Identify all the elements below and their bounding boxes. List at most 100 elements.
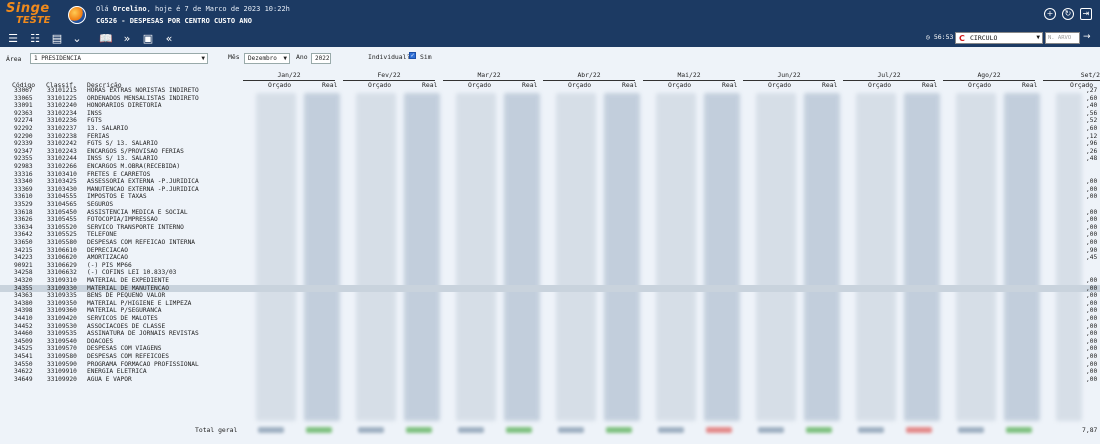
- row-classif: 33109920: [47, 375, 77, 383]
- go-arrow-icon[interactable]: →: [1083, 32, 1091, 43]
- table-row[interactable]: 33634 33105520 SERVICO TRANSPORTE INTERNO,…: [0, 224, 1100, 232]
- total-value: [706, 427, 732, 433]
- table-row[interactable]: 33642 33105525 TELEFONE ,00: [0, 231, 1100, 239]
- ano-input[interactable]: 2022: [311, 53, 331, 64]
- table-row[interactable]: 34215 33106610 DEPRECIACAO ,90: [0, 247, 1100, 255]
- table-row[interactable]: 33065 33101225 ORDENADOS MENSALISTAS INDIR…: [0, 95, 1100, 103]
- row-descricao: ENCARGOS S/PROVISAO FERIAS: [87, 147, 184, 155]
- list-icon[interactable]: ☰: [6, 32, 20, 45]
- mes-select[interactable]: Dezembro ▼: [244, 53, 290, 64]
- table-row[interactable]: 34460 33109535 ASSINATURA DE JORNAIS REVIS…: [0, 330, 1100, 338]
- table-row[interactable]: 92983 33102266 ENCARGOS M.OBRA(RECEBIDA): [0, 163, 1100, 171]
- table-row[interactable]: 33067 33101215 HORAS EXTRAS NORISTAS INDIR…: [0, 87, 1100, 95]
- checklist-icon[interactable]: ☷: [28, 32, 42, 45]
- row-descricao: ASSOCIACOES DE CLASSE: [87, 322, 166, 330]
- row-descricao: MATERIAL DE EXPEDIENTE: [87, 277, 169, 284]
- area-select[interactable]: 1 PRESIDENCIA ▼: [30, 53, 208, 64]
- expand-down-icon[interactable]: ⌄: [70, 32, 84, 45]
- individual-checkbox[interactable]: ✓: [409, 52, 416, 59]
- table-row[interactable]: 34509 33109540 DOACOES ,00: [0, 338, 1100, 346]
- table-row[interactable]: 34649 33109920 AGUA E VAPOR ,00: [0, 376, 1100, 384]
- row-descricao: SERVICOS DE MALOTES: [87, 315, 158, 322]
- row-code: 33067: [14, 87, 33, 94]
- row-code: 92363: [14, 109, 33, 117]
- row-classif: 33102237: [47, 125, 77, 132]
- next-icon[interactable]: »: [120, 32, 134, 45]
- table-row[interactable]: 92290 33102238 FERIAS ,12: [0, 133, 1100, 141]
- table-row[interactable]: 92347 33102243 ENCARGOS S/PROVISAO FERIAS,…: [0, 148, 1100, 156]
- table-row[interactable]: 33626 33105455 FOTOCOPIA/IMPRESSAO ,00: [0, 216, 1100, 224]
- table-row[interactable]: 34223 33106620 AMORTIZACAO ,45: [0, 254, 1100, 262]
- row-code: 33369: [14, 185, 33, 193]
- individual-label: Individual?: [368, 53, 411, 61]
- sim-label: Sim: [420, 53, 432, 61]
- book-icon[interactable]: 📖: [98, 32, 114, 45]
- table-row[interactable]: 34622 33109910 ENERGIA ELETRICA ,00: [0, 368, 1100, 376]
- table-row[interactable]: 33610 33104555 IMPOSTOS E TAXAS ,00: [0, 193, 1100, 201]
- table-row[interactable]: 34363 33109335 BENS DE PEQUENO VALOR ,00: [0, 292, 1100, 300]
- row-classif: 33109335: [47, 292, 77, 300]
- row-code: 34258: [14, 269, 33, 277]
- table-row[interactable]: 34380 33109350 MATERIAL P/HIGIENE E LIMPEZ…: [0, 300, 1100, 308]
- table-row[interactable]: 92355 33102244 INSS S/ 13. SALARIO ,48: [0, 155, 1100, 163]
- row-descricao: AMORTIZACAO: [87, 254, 128, 262]
- table-row[interactable]: 34258 33106632 (-) COFINS LEI 10.833/03: [0, 269, 1100, 277]
- row-tail-value: ,00: [1086, 216, 1098, 224]
- table-row[interactable]: 92339 33102242 FGTS S/ 13. SALARIO ,96: [0, 140, 1100, 148]
- search-input[interactable]: N. ARVO: [1045, 32, 1080, 44]
- row-tail-value: ,26: [1086, 147, 1098, 155]
- row-classif: 33104565: [47, 201, 77, 208]
- table-row[interactable]: 92274 33102236 FGTS ,52: [0, 117, 1100, 125]
- row-code: 33634: [14, 223, 33, 231]
- greeting: Olá Orcelino, hoje é 7 de Marco de 2023 …: [96, 5, 290, 13]
- mes-value: Dezembro: [248, 55, 277, 62]
- table-row[interactable]: 34541 33109580 DESPESAS COM REFEICOES ,00: [0, 353, 1100, 361]
- table-row[interactable]: 33618 33105450 ASSISTENCIA MEDICA E SOCIAL…: [0, 209, 1100, 217]
- logo-line1: Singe: [6, 1, 50, 16]
- row-classif: 33102234: [47, 109, 77, 117]
- row-code: 33618: [14, 208, 33, 216]
- table-row[interactable]: 33650 33105580 DESPESAS COM REFEICAO INTER…: [0, 239, 1100, 247]
- table-row[interactable]: 34410 33109420 SERVICOS DE MALOTES ,00: [0, 315, 1100, 323]
- row-descricao: 13. SALARIO: [87, 125, 128, 132]
- month-header: Abr/22: [543, 71, 635, 81]
- table-row[interactable]: 34525 33109570 DESPESAS COM VIAGENS ,00: [0, 345, 1100, 353]
- table-row[interactable]: 34398 33109360 MATERIAL P/SEGURANCA ,00: [0, 307, 1100, 315]
- logout-icon[interactable]: ⇥: [1080, 8, 1092, 20]
- back-icon[interactable]: «: [162, 32, 176, 45]
- logo-line2: TESTE: [16, 15, 51, 26]
- table-row[interactable]: 34355 33109330 MATERIAL DE MANUTENCAO ,00: [0, 284, 1100, 293]
- table-row[interactable]: 90921 33106629 (-) PIS MP66: [0, 262, 1100, 270]
- csv-export-icon[interactable]: ▣: [142, 32, 154, 45]
- row-tail-value: ,00: [1086, 178, 1098, 186]
- add-icon[interactable]: +: [1044, 8, 1056, 20]
- row-code: 34320: [14, 277, 33, 284]
- row-code: 34509: [14, 337, 33, 345]
- row-code: 34541: [14, 353, 33, 360]
- table-row[interactable]: 33529 33104565 SEGUROS: [0, 201, 1100, 209]
- table-row[interactable]: 34550 33109590 PROGRAMA FORMACAO PROFISSIO…: [0, 361, 1100, 369]
- company-select[interactable]: C CIRCULO ▼: [955, 32, 1043, 44]
- total-row: Total geral 7,87: [0, 425, 1100, 435]
- table-row[interactable]: 33369 33103430 MANUTENCAO EXTERNA -P.JURID…: [0, 186, 1100, 194]
- row-classif: 33105455: [47, 216, 77, 224]
- row-tail-value: ,52: [1086, 117, 1098, 125]
- total-value: [958, 427, 984, 433]
- row-classif: 33102242: [47, 140, 77, 148]
- row-descricao: SEGUROS: [87, 201, 114, 208]
- total-value: [906, 427, 932, 433]
- table-row[interactable]: 34320 33109310 MATERIAL DE EXPEDIENTE ,00: [0, 277, 1100, 285]
- table-row[interactable]: 34452 33109530 ASSOCIACOES DE CLASSE ,00: [0, 323, 1100, 331]
- row-classif: 33109310: [47, 277, 77, 284]
- table-row[interactable]: 33316 33103410 FRETES E CARRETOS: [0, 171, 1100, 179]
- row-classif: 33105450: [47, 208, 77, 216]
- filter-bar: Área 1 PRESIDENCIA ▼ Mês Dezembro ▼ Ano …: [0, 47, 1100, 69]
- table-row[interactable]: 92292 33102237 13. SALARIO ,60: [0, 125, 1100, 133]
- row-tail-value: ,40: [1086, 102, 1098, 110]
- form-icon[interactable]: ▤: [50, 32, 64, 45]
- table-row[interactable]: 33340 33103425 ASSESSORIA EXTERNA -P.JURID…: [0, 178, 1100, 186]
- refresh-icon[interactable]: ↻: [1062, 8, 1074, 20]
- row-descricao: AGUA E VAPOR: [87, 375, 132, 383]
- table-row[interactable]: 92363 33102234 INSS ,56: [0, 110, 1100, 118]
- table-row[interactable]: 33091 33102240 HONORARIOS DIRETORIA ,40: [0, 102, 1100, 110]
